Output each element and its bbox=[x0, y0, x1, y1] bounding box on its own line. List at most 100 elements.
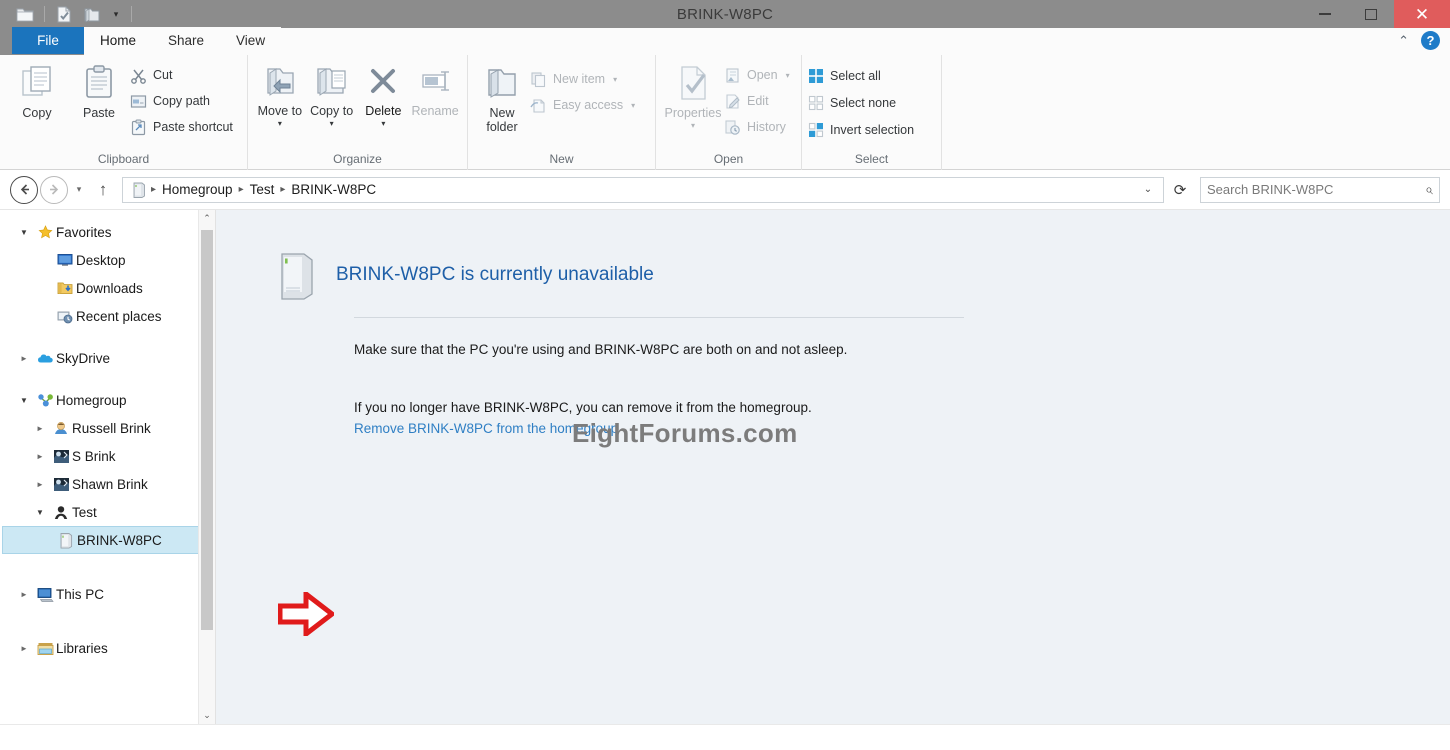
new-folder-button[interactable]: New folder bbox=[474, 59, 530, 134]
skydrive-icon bbox=[34, 352, 56, 365]
forward-button[interactable] bbox=[40, 176, 68, 204]
help-icon[interactable]: ? bbox=[1421, 31, 1440, 50]
new-item-dropdown-caret[interactable]: ▾ bbox=[613, 75, 617, 84]
paste-button[interactable]: Paste bbox=[68, 59, 130, 120]
navigation-scrollbar[interactable]: ⌃ ⌄ bbox=[198, 210, 215, 724]
expander-open-icon[interactable]: ▼ bbox=[30, 508, 50, 517]
expander-open-icon[interactable]: ▼ bbox=[14, 396, 34, 405]
move-to-dropdown-caret[interactable]: ▾ bbox=[278, 119, 282, 128]
recent-locations-caret[interactable]: ▾ bbox=[70, 184, 88, 195]
new-item-button[interactable]: New item ▾ bbox=[530, 68, 635, 90]
edit-button[interactable]: Edit bbox=[724, 90, 790, 112]
select-all-button[interactable]: Select all bbox=[808, 65, 914, 87]
star-icon bbox=[34, 225, 56, 240]
minimize-button[interactable] bbox=[1302, 0, 1348, 28]
tab-view[interactable]: View bbox=[220, 27, 281, 54]
cut-button-label: Cut bbox=[153, 68, 172, 82]
sidebar-item-desktop[interactable]: Desktop bbox=[0, 246, 215, 274]
qat-dropdown-caret[interactable]: ▾ bbox=[107, 4, 125, 24]
collapse-ribbon-icon[interactable]: ⌃ bbox=[1398, 33, 1409, 49]
sidebar-item-downloads[interactable]: Downloads bbox=[0, 274, 215, 302]
sidebar-item-homegroup[interactable]: ▼ Homegroup bbox=[0, 386, 215, 414]
sidebar-item-brink-w8pc[interactable]: BRINK-W8PC bbox=[2, 526, 213, 554]
copy-path-button[interactable]: Copy path bbox=[130, 90, 233, 112]
this-pc-icon bbox=[34, 587, 56, 602]
breadcrumb-separator-2: ▸ bbox=[280, 184, 285, 195]
select-none-button[interactable]: Select none bbox=[808, 92, 914, 114]
easy-access-button-label: Easy access bbox=[553, 98, 623, 112]
sidebar-item-skydrive[interactable]: ► SkyDrive bbox=[0, 344, 215, 372]
close-button[interactable]: ✕ bbox=[1394, 0, 1450, 28]
sidebar-label-recent-places: Recent places bbox=[76, 309, 162, 324]
computer-icon bbox=[55, 532, 77, 549]
copy-to-dropdown-caret[interactable]: ▾ bbox=[330, 119, 334, 128]
sidebar-item-recent-places[interactable]: Recent places bbox=[0, 302, 215, 330]
sidebar-item-libraries[interactable]: ► Libraries bbox=[0, 634, 215, 662]
toolbar-separator bbox=[44, 6, 45, 22]
close-icon: ✕ bbox=[1415, 6, 1429, 23]
expander-closed-icon[interactable]: ► bbox=[14, 590, 34, 599]
copy-to-button[interactable]: Copy to ▾ bbox=[306, 59, 358, 128]
properties-icon[interactable] bbox=[51, 3, 77, 25]
history-button-label: History bbox=[747, 120, 786, 134]
scroll-up-button[interactable]: ⌃ bbox=[199, 210, 215, 227]
unavailable-message: BRINK-W8PC is currently unavailable Make… bbox=[216, 210, 1450, 438]
expander-closed-icon[interactable]: ► bbox=[14, 354, 34, 363]
refresh-button[interactable]: ⟳ bbox=[1166, 181, 1194, 199]
up-button[interactable]: ↑ bbox=[90, 180, 116, 200]
file-explorer-window: ▾ BRINK-W8PC ✕ File Home Share View ⌃ ? bbox=[0, 0, 1450, 750]
expander-closed-icon[interactable]: ► bbox=[30, 480, 50, 489]
divider bbox=[354, 317, 964, 318]
paste-shortcut-button[interactable]: Paste shortcut bbox=[130, 116, 233, 138]
easy-access-button[interactable]: Easy access ▾ bbox=[530, 94, 635, 116]
expander-open-icon[interactable]: ▼ bbox=[14, 228, 34, 237]
nav-spacer bbox=[0, 330, 215, 344]
invert-selection-button[interactable]: Invert selection bbox=[808, 119, 914, 141]
sidebar-item-shawn-brink[interactable]: ► Shawn Brink bbox=[0, 470, 215, 498]
copy-to-icon bbox=[312, 63, 352, 101]
tab-home[interactable]: Home bbox=[84, 27, 152, 54]
sidebar-item-russell-brink[interactable]: ► Russell Brink bbox=[0, 414, 215, 442]
breadcrumb-bar[interactable]: ▸ Homegroup ▸ Test ▸ BRINK-W8PC ⌄ bbox=[122, 177, 1164, 203]
easy-access-dropdown-caret[interactable]: ▾ bbox=[631, 101, 635, 110]
expander-closed-icon[interactable]: ► bbox=[30, 452, 50, 461]
rename-button[interactable]: Rename bbox=[409, 59, 461, 118]
ribbon-group-new: New folder New item ▾ bbox=[468, 55, 656, 170]
search-box[interactable]: Search BRINK-W8PC ⌕ bbox=[1200, 177, 1440, 203]
maximize-icon bbox=[1365, 9, 1377, 20]
tab-file[interactable]: File bbox=[12, 27, 84, 54]
maximize-button[interactable] bbox=[1348, 0, 1394, 28]
open-dropdown-caret[interactable]: ▾ bbox=[786, 71, 790, 80]
downloads-icon bbox=[54, 281, 76, 295]
sidebar-item-favorites[interactable]: ▼ Favorites bbox=[0, 218, 215, 246]
copy-to-button-label: Copy to bbox=[310, 104, 353, 118]
open-button[interactable]: Open ▾ bbox=[724, 64, 790, 86]
properties-button[interactable]: Properties ▾ bbox=[662, 59, 724, 130]
sidebar-item-this-pc[interactable]: ► This PC bbox=[0, 580, 215, 608]
search-input[interactable]: Search BRINK-W8PC bbox=[1207, 182, 1425, 197]
breadcrumb-homegroup[interactable]: Homegroup bbox=[158, 182, 237, 197]
move-to-button[interactable]: Move to ▾ bbox=[254, 59, 306, 128]
scrollbar-thumb[interactable] bbox=[201, 230, 213, 630]
expander-closed-icon[interactable]: ► bbox=[14, 644, 34, 653]
back-button[interactable] bbox=[10, 176, 38, 204]
folder-icon[interactable] bbox=[12, 3, 38, 25]
breadcrumb-test[interactable]: Test bbox=[246, 182, 279, 197]
search-icon[interactable]: ⌕ bbox=[1425, 181, 1433, 198]
sidebar-item-test[interactable]: ▼ Test bbox=[0, 498, 215, 526]
ribbon-group-label-open: Open bbox=[656, 152, 801, 170]
new-folder-icon[interactable] bbox=[79, 3, 105, 25]
scroll-down-button[interactable]: ⌄ bbox=[199, 707, 215, 724]
tab-share[interactable]: Share bbox=[152, 27, 220, 54]
sidebar-item-s-brink[interactable]: ► S Brink bbox=[0, 442, 215, 470]
properties-dropdown-caret[interactable]: ▾ bbox=[691, 121, 695, 130]
copy-button[interactable]: Copy bbox=[6, 59, 68, 120]
recent-places-icon bbox=[54, 309, 76, 324]
history-button[interactable]: History bbox=[724, 116, 790, 138]
delete-button[interactable]: Delete ▾ bbox=[358, 59, 410, 128]
breadcrumb-brink-w8pc[interactable]: BRINK-W8PC bbox=[287, 182, 380, 197]
expander-closed-icon[interactable]: ► bbox=[30, 424, 50, 433]
chevron-down-icon[interactable]: ⌄ bbox=[1137, 184, 1159, 195]
cut-button[interactable]: Cut bbox=[130, 64, 233, 86]
delete-dropdown-caret[interactable]: ▾ bbox=[381, 119, 385, 128]
